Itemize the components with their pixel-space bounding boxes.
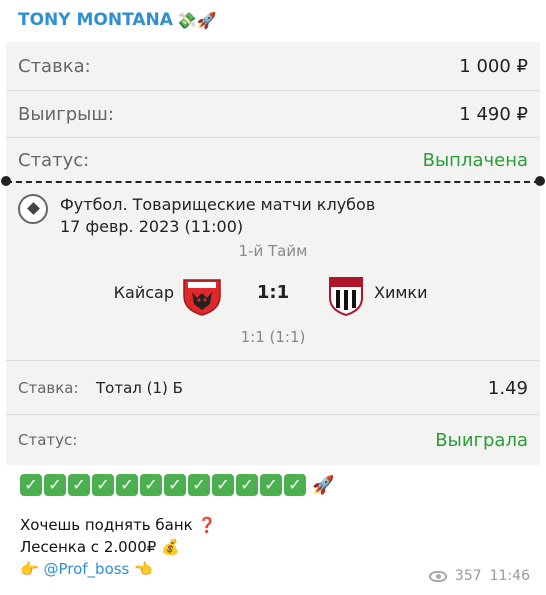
point-left-icon: 👈	[134, 560, 153, 578]
bet-status-value: Выиграла	[435, 429, 528, 451]
match-date: 17 февр. 2023 (11:00)	[60, 217, 244, 236]
ticket-notch-right	[535, 176, 545, 186]
match-header: Футбол. Товарищеские матчи клубов 17 фев…	[18, 194, 375, 238]
bet-ticket: Ставка: 1 000 ₽ Выигрыш: 1 490 ₽ Статус:…	[1, 42, 545, 465]
football-icon	[18, 194, 48, 224]
message-meta: 357 11:46	[428, 568, 530, 584]
match-score: 1:1	[256, 282, 290, 303]
check-icon: ✓	[140, 474, 162, 496]
check-icon: ✓	[44, 474, 66, 496]
check-icon: ✓	[236, 474, 258, 496]
checkmark-row: ✓ ✓ ✓ ✓ ✓ ✓ ✓ ✓ ✓ ✓ ✓ ✓ 🚀	[20, 474, 334, 496]
bet-row: Ставка: Тотал (1) Б 1.49	[6, 364, 540, 412]
win-label: Выигрыш:	[18, 103, 114, 125]
divider	[6, 90, 540, 91]
half-score: 1:1 (1:1)	[240, 328, 306, 346]
eye-icon	[428, 570, 447, 582]
stake-row: Ставка: 1 000 ₽	[6, 44, 540, 88]
status-row: Статус: Выплачена	[6, 138, 540, 182]
win-row: Выигрыш: 1 490 ₽	[6, 92, 540, 136]
team2-name: Химки	[374, 283, 428, 302]
money-bag-icon: 💰	[161, 538, 180, 556]
question-icon: ❓	[197, 516, 217, 534]
divider	[6, 414, 540, 415]
check-icon: ✓	[260, 474, 282, 496]
bet-status-label: Статус:	[18, 431, 78, 449]
check-icon: ✓	[188, 474, 210, 496]
check-icon: ✓	[68, 474, 90, 496]
author-emoji: 💸🚀	[176, 10, 217, 30]
divider	[6, 360, 540, 361]
match-period: 1-й Тайм	[238, 242, 308, 260]
stake-label: Ставка:	[18, 55, 91, 77]
view-count: 357	[454, 568, 482, 584]
match-league: Футбол. Товарищеские матчи клубов	[60, 195, 376, 214]
team2-logo-icon	[329, 277, 363, 316]
message-line2: Лесенка с 2.000₽	[20, 538, 157, 556]
win-value: 1 490 ₽	[459, 103, 528, 125]
check-icon: ✓	[164, 474, 186, 496]
rocket-icon: 🚀	[312, 474, 335, 496]
check-icon: ✓	[212, 474, 234, 496]
message-time: 11:46	[489, 568, 530, 584]
profile-link[interactable]: @Prof_boss	[43, 560, 129, 578]
status-label: Статус:	[18, 149, 90, 171]
author-label: TONY MONTANA	[18, 10, 173, 30]
bet-odds: 1.49	[487, 377, 528, 399]
ticket-notch-left	[1, 176, 11, 186]
check-icon: ✓	[116, 474, 138, 496]
bet-status-row: Статус: Выиграла	[6, 418, 540, 462]
point-right-icon: 👉	[20, 560, 39, 578]
bet-label: Ставка:	[18, 379, 79, 397]
bet-selection: Тотал (1) Б	[96, 379, 183, 397]
stake-value: 1 000 ₽	[459, 55, 528, 77]
author-name[interactable]: TONY MONTANA 💸🚀	[18, 10, 217, 30]
check-icon: ✓	[92, 474, 114, 496]
status-value: Выплачена	[422, 149, 528, 171]
check-icon: ✓	[20, 474, 42, 496]
match-title: Футбол. Товарищеские матчи клубов 17 фев…	[60, 194, 375, 238]
match-teams: Кайсар 1:1 Химки	[6, 272, 540, 316]
message-text: Хочешь поднять банк ❓ Лесенка с 2.000₽ 💰…	[20, 514, 216, 580]
ticket-tear-line	[6, 181, 540, 183]
message-card: TONY MONTANA 💸🚀 Ставка: 1 000 ₽ Выигрыш:…	[0, 0, 546, 595]
check-icon: ✓	[284, 474, 306, 496]
message-line1: Хочешь поднять банк	[20, 516, 193, 534]
